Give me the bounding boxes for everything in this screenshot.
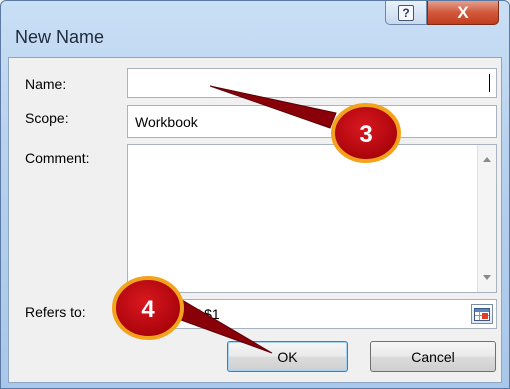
close-icon: X [457,2,469,22]
scope-label: Scope: [25,110,69,126]
comment-scrollbar[interactable] [477,145,496,292]
scroll-down-icon[interactable] [483,275,491,280]
collapse-dialog-button[interactable] [471,304,493,324]
ok-button[interactable]: OK [227,341,348,372]
refers-to-label: Refers to: [25,304,86,320]
comment-textarea[interactable] [127,144,497,293]
help-button[interactable]: ? [385,1,427,25]
scope-select[interactable]: Workbook [127,105,497,138]
dialog-window: New Name ? X Name: Scope: Workbook Comme… [0,0,510,389]
title-bar[interactable]: New Name ? X [1,1,509,57]
scroll-up-icon[interactable] [483,157,491,162]
refers-to-value: $A$1 [187,306,220,322]
dialog-body: Name: Scope: Workbook Comment: Refers to… [8,57,502,383]
help-icon: ? [398,4,414,21]
name-label: Name: [25,76,67,92]
collapse-dialog-icon [474,307,490,321]
window-title: New Name [15,27,105,47]
refers-to-input[interactable]: $A$1 [127,299,497,329]
cancel-button[interactable]: Cancel [370,341,496,372]
close-button[interactable]: X [427,1,499,25]
comment-label: Comment: [25,150,90,166]
name-input[interactable] [127,68,497,98]
text-caret [489,74,490,92]
